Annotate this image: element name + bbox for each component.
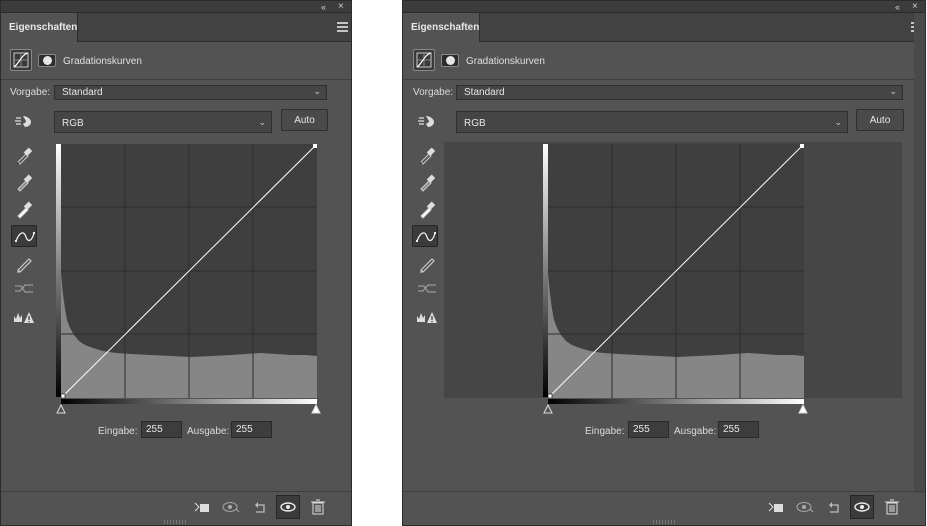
channel-value: RGB	[62, 118, 84, 129]
view-previous-icon[interactable]	[222, 499, 240, 515]
trash-icon[interactable]	[309, 499, 327, 515]
auto-button[interactable]: Auto	[856, 109, 904, 131]
black-slider-icon	[543, 404, 553, 414]
double-chevron-left-icon[interactable]: «	[321, 1, 326, 13]
auto-button[interactable]: Auto	[281, 109, 328, 131]
adjustment-title: Gradationskurven	[63, 56, 142, 67]
clip-to-layer-icon[interactable]	[193, 499, 211, 515]
gray-point-eyedropper-icon[interactable]	[11, 171, 37, 193]
curves-adjustment-icon[interactable]	[10, 49, 32, 71]
panel-header-strip: « ×	[403, 1, 925, 13]
scrollbar[interactable]	[914, 13, 925, 493]
channel-dropdown[interactable]: RGB ⌄	[456, 111, 848, 133]
view-previous-icon[interactable]	[796, 499, 814, 515]
preset-dropdown[interactable]: Standard ⌄	[54, 85, 327, 100]
smooth-icon[interactable]	[11, 277, 37, 299]
resize-grip[interactable]	[653, 520, 677, 524]
preset-label: Vorgabe:	[413, 87, 454, 98]
clip-to-layer-icon[interactable]	[767, 499, 785, 515]
preset-label: Vorgabe:	[10, 87, 51, 98]
output-field[interactable]: 255	[231, 421, 272, 438]
panel-menu-icon[interactable]	[337, 22, 348, 34]
preset-value: Standard	[62, 87, 103, 98]
close-icon[interactable]: ×	[338, 1, 344, 13]
reset-icon[interactable]	[826, 499, 844, 515]
white-slider-icon	[798, 404, 808, 414]
tab-bar: Eigenschaften	[403, 13, 925, 42]
layer-mask-icon[interactable]	[441, 54, 459, 67]
gray-point-eyedropper-icon[interactable]	[414, 171, 440, 193]
chevron-down-icon: ⌄	[834, 117, 842, 127]
channel-value: RGB	[464, 118, 486, 129]
input-label: Eingabe:	[585, 426, 625, 437]
resize-grip[interactable]	[164, 520, 188, 524]
chevron-down-icon: ⌄	[889, 86, 897, 96]
chevron-down-icon: ⌄	[258, 117, 266, 127]
curves-adjustment-icon[interactable]	[413, 49, 435, 71]
preset-value: Standard	[464, 87, 505, 98]
target-adjust-icon[interactable]	[414, 111, 440, 133]
preset-dropdown[interactable]: Standard ⌄	[456, 85, 903, 100]
trash-icon[interactable]	[883, 499, 901, 515]
curve-point-black	[548, 393, 553, 398]
input-label: Eingabe:	[98, 426, 138, 437]
clipping-warning-icon[interactable]	[11, 307, 37, 329]
input-field[interactable]: 255	[141, 421, 182, 438]
divider	[403, 79, 925, 80]
output-label: Ausgabe:	[187, 426, 230, 437]
black-slider-icon	[56, 404, 66, 414]
properties-panel-left: « × Eigenschaften Gradationskurven Vorga…	[0, 0, 352, 526]
white-slider-icon	[311, 404, 321, 414]
tab-bar: Eigenschaften	[1, 13, 351, 42]
tab-properties[interactable]: Eigenschaften	[403, 13, 480, 42]
input-field[interactable]: 255	[628, 421, 669, 438]
white-point-eyedropper-icon[interactable]	[414, 198, 440, 220]
close-icon[interactable]: ×	[912, 1, 918, 13]
divider	[1, 79, 351, 80]
curve-graph[interactable]	[548, 144, 804, 398]
visibility-eye-icon[interactable]	[276, 495, 300, 519]
curve-graph[interactable]	[61, 144, 317, 398]
chevron-down-icon: ⌄	[313, 86, 321, 96]
output-label: Ausgabe:	[674, 426, 717, 437]
panel-header-strip: « ×	[1, 1, 351, 13]
output-field[interactable]: 255	[718, 421, 759, 438]
black-point-eyedropper-icon[interactable]	[11, 144, 37, 166]
target-adjust-icon[interactable]	[11, 111, 37, 133]
curve-point-white	[800, 144, 804, 148]
input-sliders[interactable]	[543, 404, 809, 414]
bottom-toolbar	[403, 491, 925, 521]
black-point-eyedropper-icon[interactable]	[414, 144, 440, 166]
double-chevron-left-icon[interactable]: «	[895, 1, 900, 13]
input-sliders[interactable]	[56, 404, 322, 414]
layer-mask-icon[interactable]	[38, 54, 56, 67]
adjustment-title: Gradationskurven	[466, 56, 545, 67]
channel-dropdown[interactable]: RGB ⌄	[54, 111, 272, 133]
clipping-warning-icon[interactable]	[414, 307, 440, 329]
reset-icon[interactable]	[252, 499, 270, 515]
curve-point-white	[313, 144, 317, 148]
pencil-icon[interactable]	[414, 252, 440, 274]
tab-properties[interactable]: Eigenschaften	[1, 13, 78, 42]
pencil-icon[interactable]	[11, 252, 37, 274]
curve-points-icon[interactable]	[11, 225, 37, 247]
visibility-eye-icon[interactable]	[850, 495, 874, 519]
white-point-eyedropper-icon[interactable]	[11, 198, 37, 220]
smooth-icon[interactable]	[414, 277, 440, 299]
curve-point-black	[61, 393, 66, 398]
bottom-toolbar	[1, 491, 351, 521]
properties-panel-right: « × Eigenschaften Gradationskurven Vorga…	[402, 0, 926, 526]
curve-points-icon[interactable]	[412, 225, 438, 247]
